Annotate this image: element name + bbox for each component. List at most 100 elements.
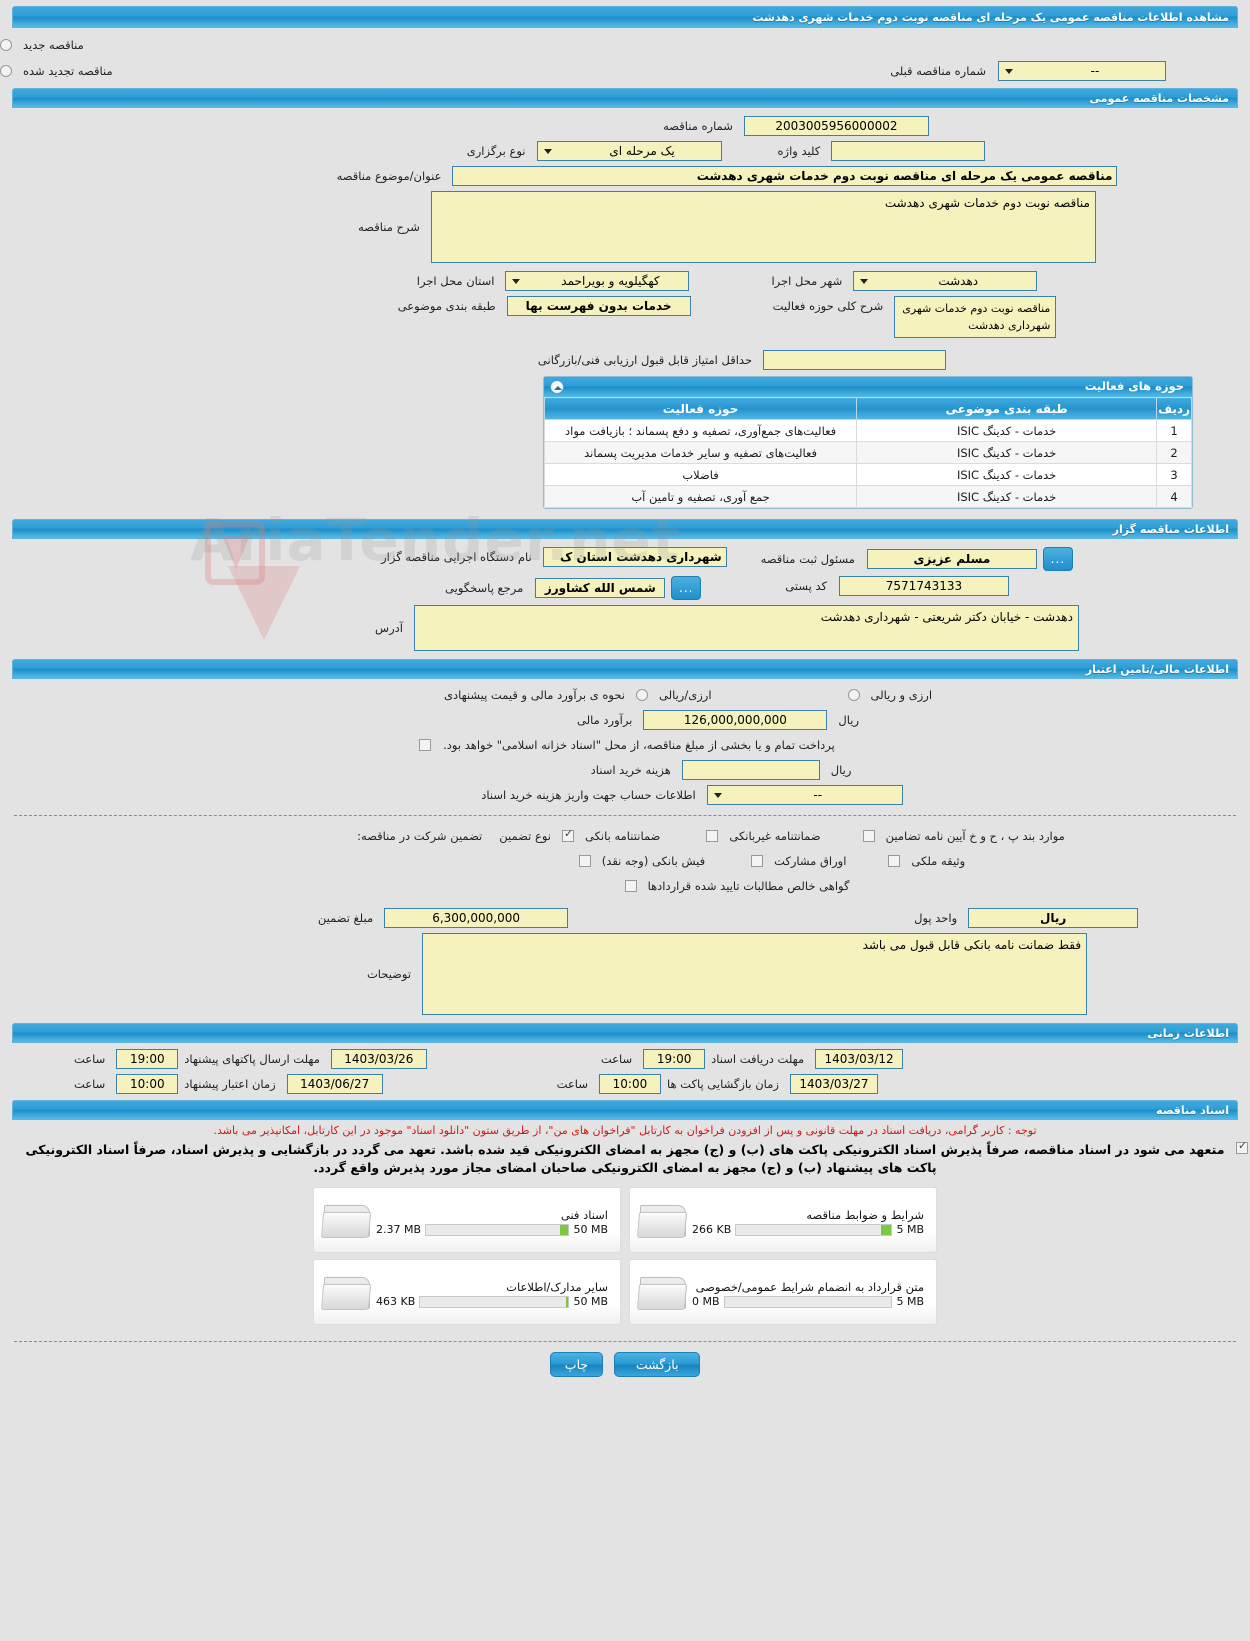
- submit-date-field[interactable]: 1403/03/26: [330, 1049, 427, 1069]
- row-area: فاضلاب: [543, 463, 858, 486]
- row-index: 1: [1156, 419, 1192, 442]
- used-size: 2.37 MB: [376, 1223, 422, 1236]
- renewed-tender-radio[interactable]: [0, 65, 12, 77]
- organizer-body: ... مسلم عزیزی مسئول ثبت مناقصه شهرداری …: [0, 547, 1250, 651]
- doc-receive-hour-field[interactable]: 19:00: [643, 1049, 706, 1069]
- tender-subject-field[interactable]: مناقصه عمومی یک مرحله ای مناقصه نوبت دوم…: [452, 166, 1118, 186]
- footer-actions: بازگشت چاپ: [0, 1352, 1250, 1389]
- timing-body: 1403/03/12 مهلت دریافت اسناد 19:00 ساعت …: [0, 1049, 1250, 1094]
- deposit-account-label: اطلاعات حساب جهت واریز هزینه خرید اسناد: [481, 788, 696, 802]
- holding-type-select[interactable]: یک مرحله ای: [536, 141, 722, 161]
- row-area: جمع آوری، تصفیه و تامین آب: [543, 485, 858, 508]
- activity-areas-body: 1 خدمات - کدینگ ISIC فعالیت‌های جمع‌آوری…: [543, 419, 1192, 508]
- attachment-title: اسناد فنی: [560, 1208, 608, 1222]
- mode-rial-radio[interactable]: [636, 689, 648, 701]
- money-unit-label: واحد پول: [914, 911, 958, 925]
- collapse-icon[interactable]: [550, 380, 564, 394]
- estimate-amount-field[interactable]: 126,000,000,000: [643, 710, 828, 730]
- registrar-field[interactable]: مسلم عزیزی: [866, 549, 1037, 569]
- validity-date-field[interactable]: 1403/06/27: [286, 1074, 383, 1094]
- registrar-label: مسئول ثبت مناقصه: [760, 552, 855, 566]
- guarantee-option-7-checkbox[interactable]: [624, 880, 637, 892]
- size-meter: 5 MB 0 MB: [692, 1295, 924, 1308]
- previous-tender-number-label: شماره مناقصه قبلی: [890, 64, 986, 78]
- documents-agreement-checkbox[interactable]: [1236, 1139, 1248, 1154]
- print-button[interactable]: چاپ: [549, 1352, 604, 1377]
- submit-label: مهلت ارسال پاکتهای پیشنهاد: [184, 1052, 320, 1066]
- attachment-card[interactable]: اسناد فنی 50 MB 2.37 MB: [313, 1187, 621, 1253]
- money-unit-field[interactable]: ریال: [968, 908, 1139, 928]
- documents-notice: توجه : کاربر گرامی، دریافت اسناد در مهلت…: [0, 1120, 1250, 1177]
- doc-cost-field[interactable]: [681, 760, 820, 780]
- size-track: [735, 1223, 893, 1236]
- submit-hour-field[interactable]: 19:00: [116, 1049, 179, 1069]
- keyword-field[interactable]: [831, 141, 986, 161]
- organizer-name-label: نام دستگاه اجرایی مناقصه گزار: [381, 550, 532, 564]
- guarantee-option-1-label: ضمانتنامه بانکی: [584, 829, 661, 843]
- guarantee-notes-field[interactable]: فقط ضمانت نامه بانکی قابل قبول می باشد: [422, 933, 1088, 1015]
- back-button[interactable]: بازگشت: [614, 1352, 701, 1377]
- new-tender-label: مناقصه جدید: [23, 38, 84, 52]
- postal-code-field[interactable]: 7571743133: [838, 576, 1009, 596]
- classification-field[interactable]: خدمات بدون فهرست بها: [506, 296, 691, 316]
- open-label: زمان بازگشایی پاکت ها: [666, 1077, 779, 1091]
- folder-icon: [320, 1199, 374, 1241]
- page-title: مشاهده اطلاعات مناقصه عمومی یک مرحله ای …: [12, 6, 1238, 28]
- open-date-field[interactable]: 1403/03/27: [789, 1074, 878, 1094]
- activity-description-field[interactable]: مناقصه نوبت دوم خدمات شهری شهرداری دهدشت: [894, 296, 1057, 338]
- watermark-arrow: [228, 566, 300, 640]
- section-finance: اطلاعات مالی/تامین اعتبار: [12, 659, 1238, 679]
- city-select[interactable]: دهدشت: [853, 271, 1038, 291]
- organizer-name-field[interactable]: شهرداری دهدشت استان ک: [542, 547, 727, 567]
- contact-field[interactable]: شمس الله کشاورز: [535, 578, 666, 598]
- guarantee-amount-field[interactable]: 6,300,000,000: [384, 908, 569, 928]
- guarantee-option-2-checkbox[interactable]: [706, 830, 719, 842]
- guarantee-option-4-checkbox[interactable]: [578, 855, 591, 867]
- contact-label: مرجع پاسخگویی: [445, 581, 524, 595]
- tender-description-label: شرح مناقصه: [358, 220, 420, 234]
- divider: [14, 815, 1236, 816]
- treasury-note-label: پرداخت تمام و یا بخشی از مبلغ مناقصه، از…: [443, 738, 835, 752]
- tender-number-label: شماره مناقصه: [663, 119, 733, 133]
- open-hour-field[interactable]: 10:00: [598, 1074, 661, 1094]
- used-size: 0 MB: [692, 1295, 720, 1308]
- treasury-note-checkbox[interactable]: [419, 739, 432, 751]
- guarantee-notes-label: توضیحات: [366, 967, 412, 981]
- holding-type-label: نوع برگزاری: [466, 144, 526, 158]
- registrar-picker-button[interactable]: ...: [1042, 547, 1073, 571]
- guarantee-option-1-checkbox[interactable]: [561, 827, 574, 842]
- validity-hour-label: ساعت: [74, 1077, 106, 1091]
- attachment-card[interactable]: متن قرارداد به انضمام شرایط عمومی/خصوصی …: [629, 1259, 937, 1325]
- min-technical-score-field[interactable]: [763, 350, 947, 370]
- doc-receive-date-field[interactable]: 1403/03/12: [815, 1049, 904, 1069]
- row-area: فعالیت‌های تصفیه و سایر خدمات مدیریت پسم…: [543, 441, 858, 464]
- general-specs-body: 2003005956000002 شماره مناقصه کلید واژه …: [0, 116, 1250, 370]
- previous-tender-number-select[interactable]: --: [998, 61, 1166, 81]
- contact-picker-button[interactable]: ...: [671, 576, 702, 600]
- notice-black-text: متعهد می شود در اسناد مناقصه، صرفاً پذیر…: [25, 1142, 1225, 1175]
- guarantee-option-6-checkbox[interactable]: [888, 855, 901, 867]
- province-select[interactable]: کهگیلویه و بویراحمد: [505, 271, 690, 291]
- size-track: [723, 1295, 893, 1308]
- notice-red-text: توجه : کاربر گرامی، دریافت اسناد در مهلت…: [213, 1124, 1037, 1137]
- validity-hour-field[interactable]: 10:00: [116, 1074, 179, 1094]
- guarantee-option-7-label: گواهی خالص مطالبات تایید شده قراردادها: [647, 879, 850, 893]
- validity-label: زمان اعتبار پیشنهاد: [184, 1077, 276, 1091]
- tender-number-field[interactable]: 2003005956000002: [743, 116, 929, 136]
- min-technical-score-label: حداقل امتیاز قابل قبول ارزیابی فنی/بازرگ…: [537, 353, 753, 367]
- attachment-card[interactable]: سایر مدارک/اطلاعات 50 MB 463 KB: [313, 1259, 621, 1325]
- tender-description-field[interactable]: مناقصه نوبت دوم خدمات شهری دهدشت: [430, 191, 1096, 263]
- mode-fx-rial-radio[interactable]: [847, 689, 860, 701]
- attachment-card[interactable]: شرایط و ضوابط مناقصه 5 MB 266 KB: [629, 1187, 937, 1253]
- max-size: 50 MB: [573, 1223, 608, 1236]
- table-row: 3 خدمات - کدینگ ISIC فاضلاب: [543, 463, 1192, 486]
- folder-icon: [320, 1271, 374, 1313]
- deposit-account-select[interactable]: --: [706, 785, 903, 805]
- doc-cost-label: هزینه خرید اسناد: [590, 763, 671, 777]
- address-field[interactable]: دهدشت - خیابان دکتر شریعتی - شهرداری دهد…: [413, 605, 1079, 651]
- guarantee-option-5-checkbox[interactable]: [751, 855, 764, 867]
- new-tender-radio[interactable]: [0, 39, 12, 51]
- estimate-currency-unit: ریال: [838, 713, 860, 727]
- guarantee-option-3-checkbox[interactable]: [862, 830, 875, 842]
- guarantee-type-label: نوع تضمین: [499, 829, 551, 843]
